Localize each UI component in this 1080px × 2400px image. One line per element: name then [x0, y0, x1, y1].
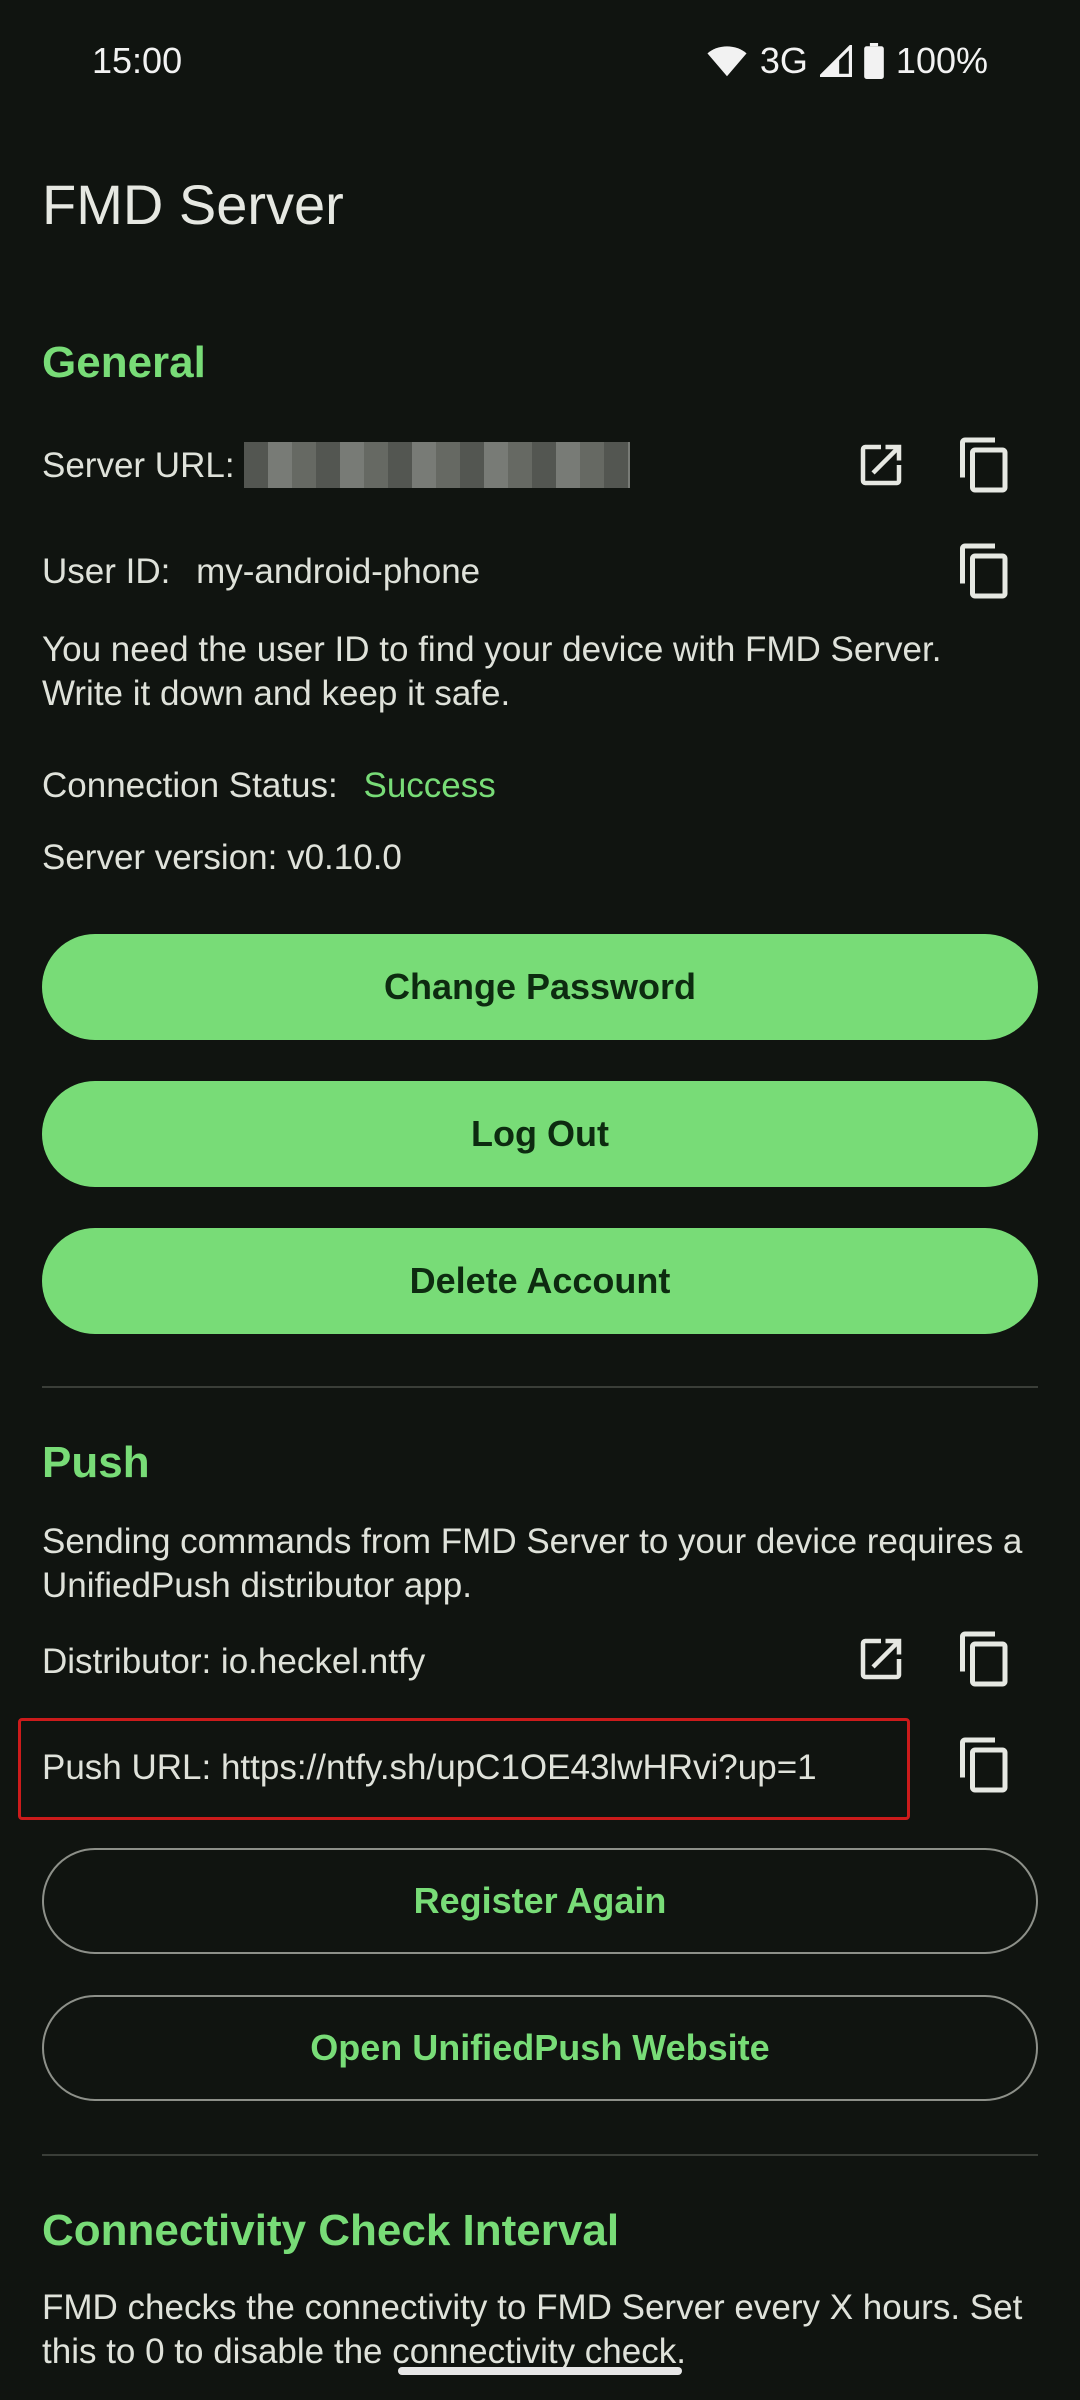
- user-id-label: User ID:: [42, 552, 171, 591]
- server-url-value-redacted: [244, 442, 630, 488]
- status-icons: 3G 100%: [706, 40, 988, 82]
- battery-percent: 100%: [895, 40, 988, 81]
- open-unifiedpush-website-button[interactable]: Open UnifiedPush Website: [42, 1995, 1038, 2101]
- divider: [42, 2154, 1038, 2156]
- connection-status-value: Success: [363, 766, 496, 805]
- signal-icon: [819, 45, 852, 77]
- copy-icon: [960, 437, 1008, 493]
- open-external-icon: [860, 444, 902, 486]
- copy-icon: [960, 1737, 1008, 1793]
- home-indicator[interactable]: [398, 2367, 682, 2375]
- server-url-label: Server URL:: [42, 446, 235, 485]
- battery-icon: [864, 43, 884, 79]
- delete-account-button[interactable]: Delete Account: [42, 1228, 1038, 1334]
- section-title-connectivity: Connectivity Check Interval: [42, 2206, 620, 2255]
- user-id-row: User ID: my-android-phone: [42, 550, 480, 594]
- copy-icon: [960, 1631, 1008, 1687]
- user-id-hint: You need the user ID to find your device…: [42, 630, 942, 713]
- wifi-icon: [707, 46, 747, 77]
- open-distributor-button[interactable]: [846, 1624, 916, 1694]
- push-description: Sending commands from FMD Server to your…: [42, 1522, 1023, 1605]
- copy-server-url-button[interactable]: [950, 430, 1020, 500]
- page-title: FMD Server: [42, 173, 344, 236]
- section-title-push: Push: [42, 1438, 150, 1487]
- log-out-button[interactable]: Log Out: [42, 1081, 1038, 1187]
- change-password-button[interactable]: Change Password: [42, 934, 1038, 1040]
- open-server-url-button[interactable]: [846, 430, 916, 500]
- register-again-button[interactable]: Register Again: [42, 1848, 1038, 1954]
- copy-user-id-button[interactable]: [950, 536, 1020, 606]
- copy-push-url-button[interactable]: [950, 1730, 1020, 1800]
- status-time: 15:00: [92, 40, 183, 81]
- push-url: Push URL: https://ntfy.sh/upC1OE43lwHRvi…: [42, 1748, 817, 1787]
- copy-icon: [960, 543, 1008, 599]
- copy-distributor-button[interactable]: [950, 1624, 1020, 1694]
- status-bar: 15:00 3G 100%: [0, 0, 1080, 120]
- connection-status-row: Connection Status: Success: [42, 764, 496, 808]
- divider: [42, 1386, 1038, 1388]
- open-external-icon: [860, 1638, 902, 1680]
- server-version: Server version: v0.10.0: [42, 838, 402, 877]
- network-type: 3G: [759, 40, 808, 81]
- distributor: Distributor: io.heckel.ntfy: [42, 1642, 426, 1681]
- user-id-value: my-android-phone: [196, 552, 481, 591]
- connection-status-label: Connection Status:: [42, 766, 338, 805]
- connectivity-description: FMD checks the connectivity to FMD Serve…: [42, 2288, 1023, 2371]
- section-title-general: General: [42, 338, 206, 387]
